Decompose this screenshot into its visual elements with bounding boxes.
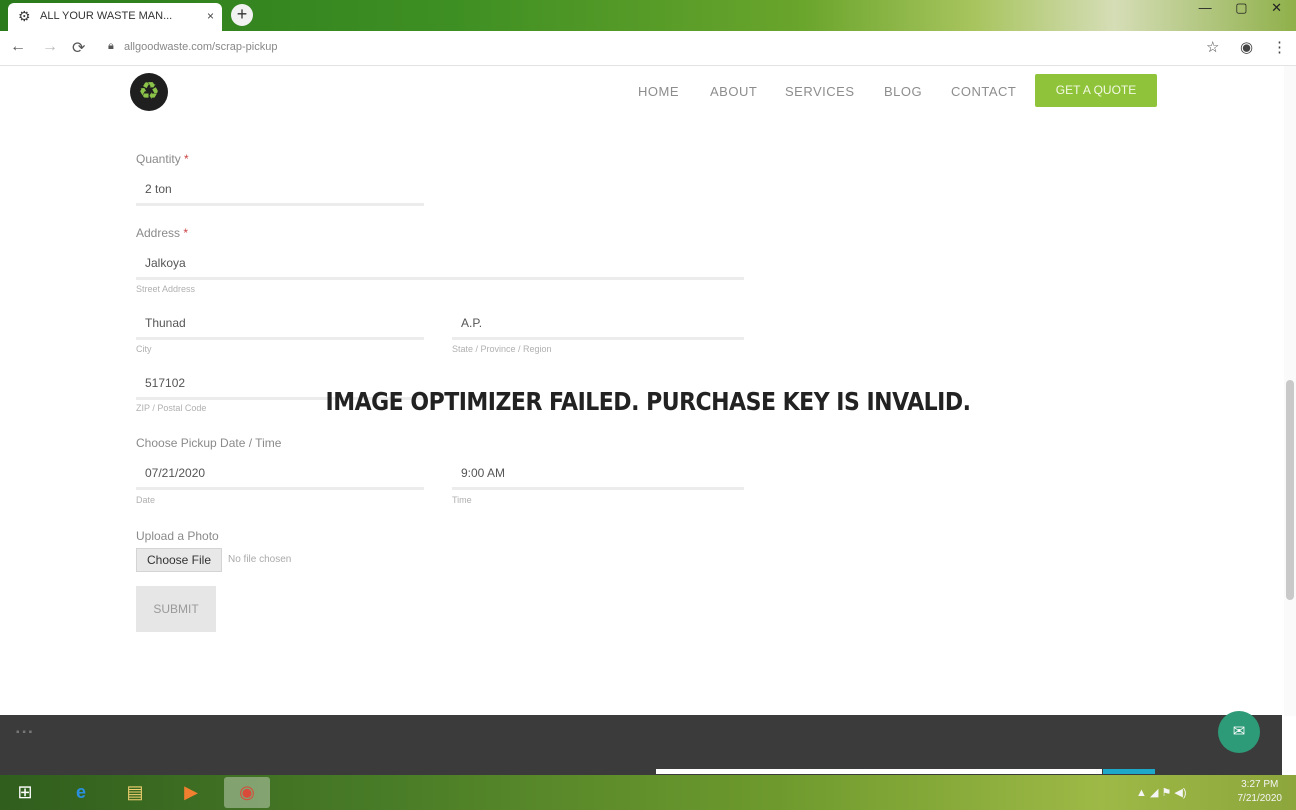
- quantity-input[interactable]: 2 ton: [136, 172, 424, 206]
- no-file-chosen-text: No file chosen: [228, 554, 292, 565]
- profile-icon[interactable]: ◉: [1240, 38, 1253, 56]
- bookmark-star-icon[interactable]: ☆: [1206, 38, 1219, 56]
- upload-photo-label: Upload a Photo: [136, 529, 219, 543]
- taskbar-clock[interactable]: 3:27 PM 7/21/2020: [1238, 778, 1283, 806]
- pickup-datetime-label: Choose Pickup Date / Time: [136, 436, 282, 450]
- address-bar[interactable]: 🔒︎ allgoodwaste.com/scrap-pickup: [100, 36, 1190, 60]
- quantity-label: Quantity *: [136, 152, 189, 166]
- footer-progress-bar: [656, 769, 1102, 774]
- time-sublabel: Time: [452, 495, 472, 505]
- site-footer: ▪ ▪ ▪: [0, 715, 1282, 777]
- system-tray-icons[interactable]: ▲ ◢ ⚑ ◀): [1136, 786, 1187, 799]
- city-input[interactable]: Thunad: [136, 306, 424, 340]
- state-input[interactable]: A.P.: [452, 306, 744, 340]
- chat-icon[interactable]: ✉: [1218, 711, 1260, 753]
- street-address-sublabel: Street Address: [136, 284, 196, 294]
- site-logo[interactable]: ♻: [130, 73, 168, 111]
- reload-icon[interactable]: ⟳: [72, 38, 85, 58]
- window-controls[interactable]: — ▢ ✕: [1199, 0, 1292, 16]
- forward-icon[interactable]: →: [42, 38, 58, 56]
- site-header: ♻ HOME ABOUT SERVICES BLOG CONTACT GET A…: [0, 66, 1296, 121]
- nav-about[interactable]: ABOUT: [710, 84, 757, 99]
- nav-services[interactable]: SERVICES: [785, 84, 855, 99]
- date-sublabel: Date: [136, 495, 156, 505]
- footer-progress-accent: [1103, 769, 1155, 774]
- nav-blog[interactable]: BLOG: [884, 84, 922, 99]
- clock-time: 3:27 PM: [1241, 779, 1279, 790]
- pickup-time-input[interactable]: 9:00 AM: [452, 456, 744, 490]
- clock-date: 7/21/2020: [1237, 793, 1283, 804]
- submit-button[interactable]: SUBMIT: [136, 586, 216, 632]
- footer-decoration: ▪ ▪ ▪: [16, 727, 33, 738]
- pickup-date-input[interactable]: 07/21/2020: [136, 456, 424, 490]
- new-tab-button[interactable]: +: [231, 4, 253, 26]
- back-icon[interactable]: ←: [10, 38, 26, 56]
- state-sublabel: State / Province / Region: [452, 344, 552, 354]
- image-optimizer-error-message: IMAGE OPTIMIZER FAILED. PURCHASE KEY IS …: [325, 388, 971, 417]
- start-button-icon[interactable]: ⊞: [2, 777, 48, 808]
- file-explorer-icon[interactable]: ▤: [112, 777, 158, 808]
- tab-close-icon[interactable]: ×: [207, 9, 214, 23]
- address-label: Address *: [136, 226, 189, 240]
- url-text: allgoodwaste.com/scrap-pickup: [124, 41, 278, 53]
- media-player-icon[interactable]: ▶: [168, 777, 214, 808]
- tab-favicon-icon: ⚙: [18, 8, 31, 24]
- choose-file-button[interactable]: Choose File: [136, 548, 222, 572]
- street-address-input[interactable]: Jalkoya: [136, 246, 744, 280]
- nav-contact[interactable]: CONTACT: [951, 84, 1016, 99]
- nav-home[interactable]: HOME: [638, 84, 679, 99]
- tab-title: ALL YOUR WASTE MAN...: [40, 10, 173, 22]
- lock-icon: 🔒︎: [108, 40, 114, 52]
- chrome-taskbar-icon[interactable]: ◉: [224, 777, 270, 808]
- os-taskbar: ⊞ e ▤ ▶ ◉ ▲ ◢ ⚑ ◀) 3:27 PM 7/21/2020: [0, 775, 1296, 810]
- browser-tab-strip: ⚙ ALL YOUR WASTE MAN... × + — ▢ ✕: [0, 0, 1296, 31]
- internet-explorer-icon[interactable]: e: [58, 777, 104, 808]
- browser-toolbar: ← → ⟳ 🔒︎ allgoodwaste.com/scrap-pickup ☆…: [0, 31, 1296, 66]
- get-quote-button[interactable]: GET A QUOTE: [1035, 74, 1157, 107]
- page-scrollbar-thumb[interactable]: [1286, 380, 1294, 600]
- city-sublabel: City: [136, 344, 152, 354]
- browser-menu-icon[interactable]: ⋮: [1272, 38, 1287, 56]
- browser-tab[interactable]: ⚙ ALL YOUR WASTE MAN... ×: [8, 3, 222, 31]
